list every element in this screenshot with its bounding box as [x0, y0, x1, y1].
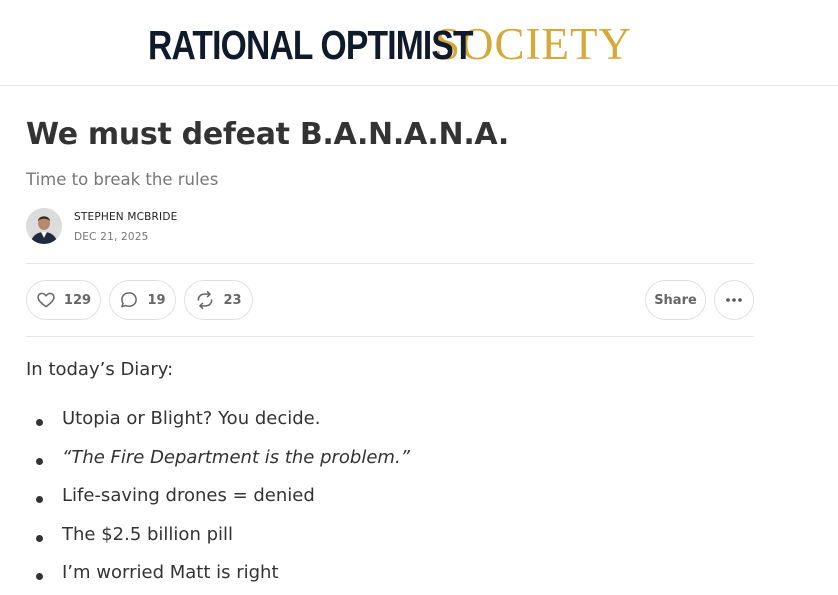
author-photo-icon	[26, 208, 62, 244]
list-item: The $2.5 billion pill	[26, 524, 726, 550]
list-item: “The Fire Department is the problem.”	[26, 447, 726, 473]
divider-bottom	[26, 336, 754, 337]
share-label: Share	[654, 292, 697, 308]
bullet-dot	[36, 535, 43, 542]
site-logo[interactable]: RATIONAL OPTIMIST SOCIETY	[148, 18, 632, 70]
post-subtitle: Time to break the rules	[26, 170, 219, 189]
intro-text: In today’s Diary:	[26, 359, 174, 380]
comment-count: 19	[147, 292, 166, 308]
list-item: Life-saving drones = denied	[26, 485, 726, 511]
comment-button[interactable]: 19	[109, 280, 176, 320]
restack-count: 23	[223, 292, 242, 308]
list-item: I’m worried Matt is right	[26, 562, 726, 588]
author-name[interactable]: STEPHEN MCBRIDE	[74, 211, 177, 223]
logo-text-primary: RATIONAL OPTIMIST	[148, 22, 474, 68]
comment-icon	[121, 292, 138, 308]
bullet-dot	[36, 419, 43, 426]
list-item-text: I’m worried Matt is right	[62, 562, 279, 583]
bullet-dot	[36, 573, 43, 580]
bullet-dot	[36, 496, 43, 503]
like-button[interactable]: 129	[26, 280, 101, 320]
list-item: Utopia or Blight? You decide.	[26, 408, 726, 434]
author-avatar[interactable]	[26, 208, 62, 244]
list-item-text: Life-saving drones = denied	[62, 485, 315, 506]
post-date: DEC 21, 2025	[74, 231, 149, 243]
list-item-text: The $2.5 billion pill	[62, 524, 233, 545]
ellipsis-icon	[726, 298, 742, 302]
divider-top	[26, 263, 754, 264]
share-button[interactable]: Share	[645, 280, 706, 320]
site-header: RATIONAL OPTIMIST SOCIETY	[0, 0, 838, 86]
like-count: 129	[63, 292, 92, 308]
list-item-text: Utopia or Blight? You decide.	[62, 408, 321, 429]
bullet-dot	[36, 458, 43, 465]
list-item-text: “The Fire Department is the problem.”	[62, 447, 411, 468]
restack-button[interactable]: 23	[184, 280, 253, 320]
heart-icon	[37, 292, 55, 308]
post-title: We must defeat B.A.N.A.N.A.	[26, 117, 510, 152]
more-options-button[interactable]	[714, 280, 754, 320]
restack-icon	[198, 290, 213, 310]
